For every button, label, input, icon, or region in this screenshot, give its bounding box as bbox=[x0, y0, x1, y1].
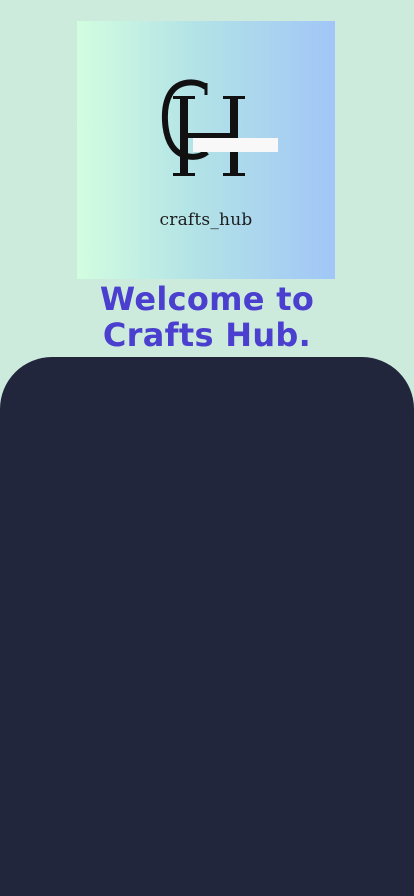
crafts-hub-monogram-icon bbox=[162, 79, 278, 176]
welcome-heading: Welcome to Crafts Hub. bbox=[0, 281, 414, 353]
welcome-line-2: Crafts Hub. bbox=[102, 316, 312, 354]
logo-caption: crafts_hub bbox=[159, 210, 253, 230]
bottom-panel bbox=[0, 357, 414, 896]
welcome-line-1: Welcome to bbox=[99, 280, 315, 318]
app-logo: crafts_hub bbox=[77, 21, 335, 279]
